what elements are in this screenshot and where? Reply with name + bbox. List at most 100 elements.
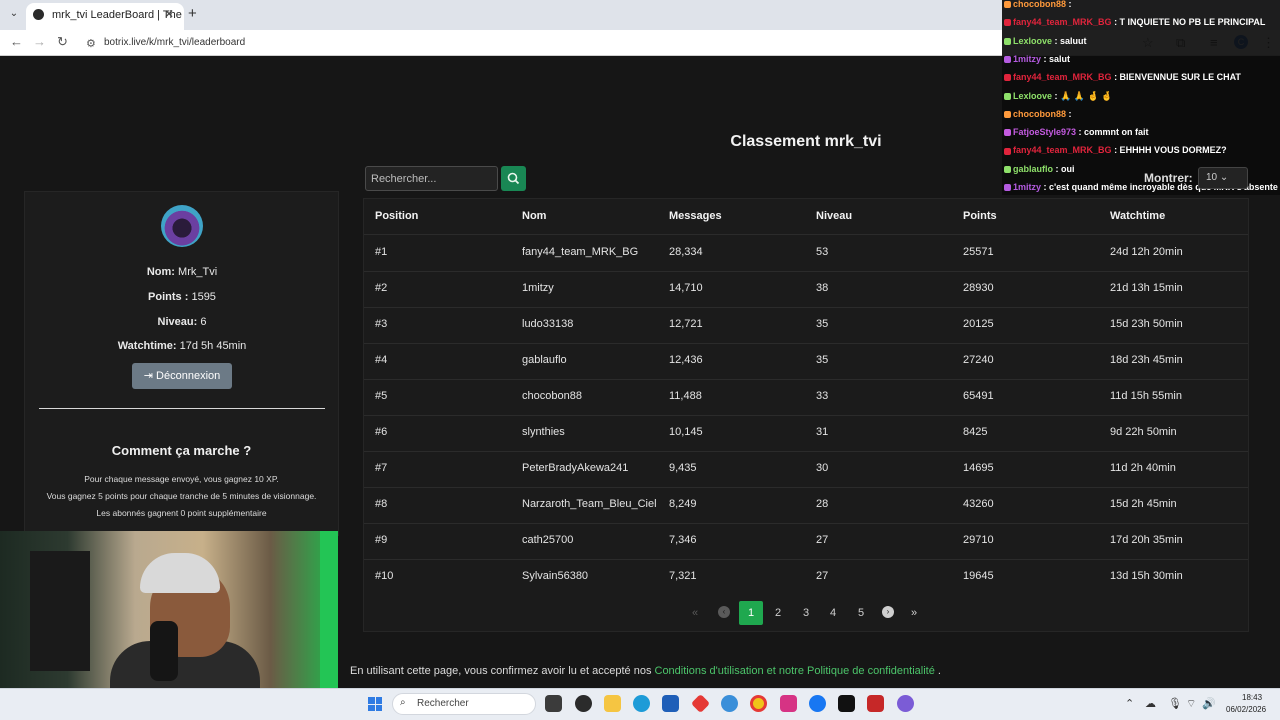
chat-username[interactable]: chocobon88 (1013, 109, 1066, 119)
clock-time[interactable]: 18:43 (1242, 693, 1262, 702)
how-it-works-title: Comment ça marche ? (111, 443, 252, 458)
chat-username[interactable]: 1mitzy (1013, 182, 1041, 192)
chat-text: : (1068, 108, 1072, 119)
show-entries-select[interactable]: 10 ⌄ (1198, 167, 1248, 189)
chat-username[interactable]: Lexloove (1013, 91, 1052, 101)
logout-button[interactable]: ⇥ Déconnexion (132, 363, 232, 389)
reload-icon[interactable]: ↻ (57, 34, 68, 50)
row-divider (364, 234, 1248, 235)
chat-message: Lexloove : 🙏 🙏 🤞 🤞 (1004, 91, 1112, 102)
row-divider (364, 415, 1248, 416)
chat-username[interactable]: fany44_team_MRK_BG (1013, 17, 1112, 27)
search-input[interactable] (365, 166, 498, 191)
webcam-shelf (30, 551, 90, 671)
chat-badge-icon (1004, 19, 1011, 27)
taskbar-search[interactable]: Rechercher (392, 693, 536, 715)
tab-close-icon[interactable]: ✕ (164, 7, 174, 21)
instagram-icon[interactable] (780, 695, 797, 712)
table-cell: Sylvain56380 (522, 570, 589, 582)
windows-start-icon[interactable] (368, 697, 382, 711)
app-icon[interactable] (575, 695, 592, 712)
pagination-page[interactable]: 5 (858, 607, 864, 619)
pagination-page[interactable]: 4 (830, 607, 836, 619)
microphone-icon[interactable]: 🎙 (1168, 697, 1182, 710)
table-cell: 12,436 (669, 354, 703, 366)
chat-badge-icon (1004, 56, 1011, 64)
browser-tab[interactable]: mrk_tvi LeaderBoard | The best (26, 3, 184, 30)
chat-username[interactable]: fany44_team_MRK_BG (1013, 72, 1112, 82)
taskbar-search-icon: ⌕ (400, 697, 406, 708)
discord-icon[interactable] (897, 695, 914, 712)
terms-link[interactable]: Conditions d'utilisation et notre Politi… (655, 665, 935, 677)
chat-username[interactable]: fany44_team_MRK_BG (1013, 145, 1112, 155)
tab-search-menu-icon[interactable]: ⌄ (6, 6, 22, 22)
edge-icon[interactable] (633, 695, 650, 712)
wifi-icon[interactable]: ⌔ (1186, 697, 1196, 711)
search-button[interactable] (501, 166, 526, 191)
pagination-page[interactable]: 3 (803, 607, 809, 619)
forward-icon[interactable]: → (33, 34, 46, 49)
mcafee-icon[interactable] (867, 695, 884, 712)
site-info-icon[interactable]: ⚙ (86, 37, 96, 50)
chat-username[interactable]: 1mitzy (1013, 54, 1041, 64)
table-header-cell[interactable]: Nom (522, 210, 546, 222)
pagination-last[interactable]: » (911, 607, 917, 619)
table-cell: 1mitzy (522, 282, 554, 294)
table-header-cell[interactable]: Niveau (816, 210, 852, 222)
table-cell: 20125 (963, 318, 994, 330)
table-cell: 24d 12h 20min (1110, 246, 1183, 258)
table-cell: #8 (375, 498, 388, 510)
task-view-icon[interactable] (545, 695, 562, 712)
chat-message: 1mitzy : salut (1004, 54, 1070, 64)
card-divider (39, 408, 325, 409)
chat-badge-icon (1004, 165, 1011, 173)
address-bar[interactable]: botrix.live/k/mrk_tvi/leaderboard (104, 37, 245, 48)
table-cell: 7,346 (669, 534, 697, 546)
pagination-first[interactable]: « (692, 607, 698, 619)
chat-text: : salut (1043, 53, 1071, 64)
facebook-icon[interactable] (809, 695, 826, 712)
chat-badge-icon (1004, 147, 1011, 155)
profile-points: Points : 1595 (148, 291, 216, 303)
chat-badge-icon (1004, 129, 1011, 137)
tray-chevron-icon[interactable]: ⌃ (1125, 697, 1134, 710)
row-divider (364, 523, 1248, 524)
row-divider (364, 271, 1248, 272)
table-cell: 11d 2h 40min (1110, 462, 1176, 474)
back-icon[interactable]: ← (10, 34, 23, 49)
profile-name: Nom: Mrk_Tvi (146, 266, 218, 278)
chat-badge-icon (1004, 74, 1011, 82)
chat-message: fany44_team_MRK_BG : T INQUIETE NO PB LE… (1004, 17, 1265, 27)
store-icon[interactable] (662, 695, 679, 712)
new-tab-icon[interactable]: + (188, 5, 197, 22)
chat-text: : BIENVENNUE SUR LE CHAT (1114, 72, 1241, 83)
pagination-page[interactable]: 2 (775, 607, 781, 619)
pagination-next-icon[interactable]: › (882, 606, 894, 618)
chat-username[interactable]: FatjoeStyle973 (1013, 127, 1076, 137)
table-cell: 27 (816, 570, 829, 582)
table-cell: 7,321 (669, 570, 697, 582)
table-cell: #10 (375, 570, 394, 582)
chat-username[interactable]: Lexloove (1013, 36, 1052, 46)
table-header-cell[interactable]: Messages (669, 210, 722, 222)
chat-message: fany44_team_MRK_BG : BIENVENNUE SUR LE C… (1004, 72, 1241, 82)
file-explorer-icon[interactable] (604, 695, 621, 712)
table-cell: #3 (375, 318, 388, 330)
chrome-icon[interactable] (750, 695, 767, 712)
chat-badge-icon (1004, 110, 1011, 118)
table-header-cell[interactable]: Watchtime (1110, 210, 1165, 222)
table-cell: #5 (375, 390, 388, 402)
pagination-prev-icon[interactable]: ‹ (718, 606, 730, 618)
table-header-cell[interactable]: Points (963, 210, 997, 222)
clock-date[interactable]: 06/02/2026 (1226, 705, 1266, 714)
app-icon[interactable] (721, 695, 738, 712)
pagination-page-active[interactable]: 1 (739, 601, 763, 625)
volume-icon[interactable]: 🔊 (1202, 697, 1216, 710)
webcam-overlay (0, 531, 338, 688)
tiktok-icon[interactable] (838, 695, 855, 712)
table-header-cell[interactable]: Position (375, 210, 418, 222)
chat-username[interactable]: gablauflo (1013, 164, 1053, 174)
table-cell: 27240 (963, 354, 994, 366)
cloud-icon[interactable]: ☁ (1145, 697, 1156, 710)
chat-username[interactable]: chocobon88 (1013, 0, 1066, 9)
